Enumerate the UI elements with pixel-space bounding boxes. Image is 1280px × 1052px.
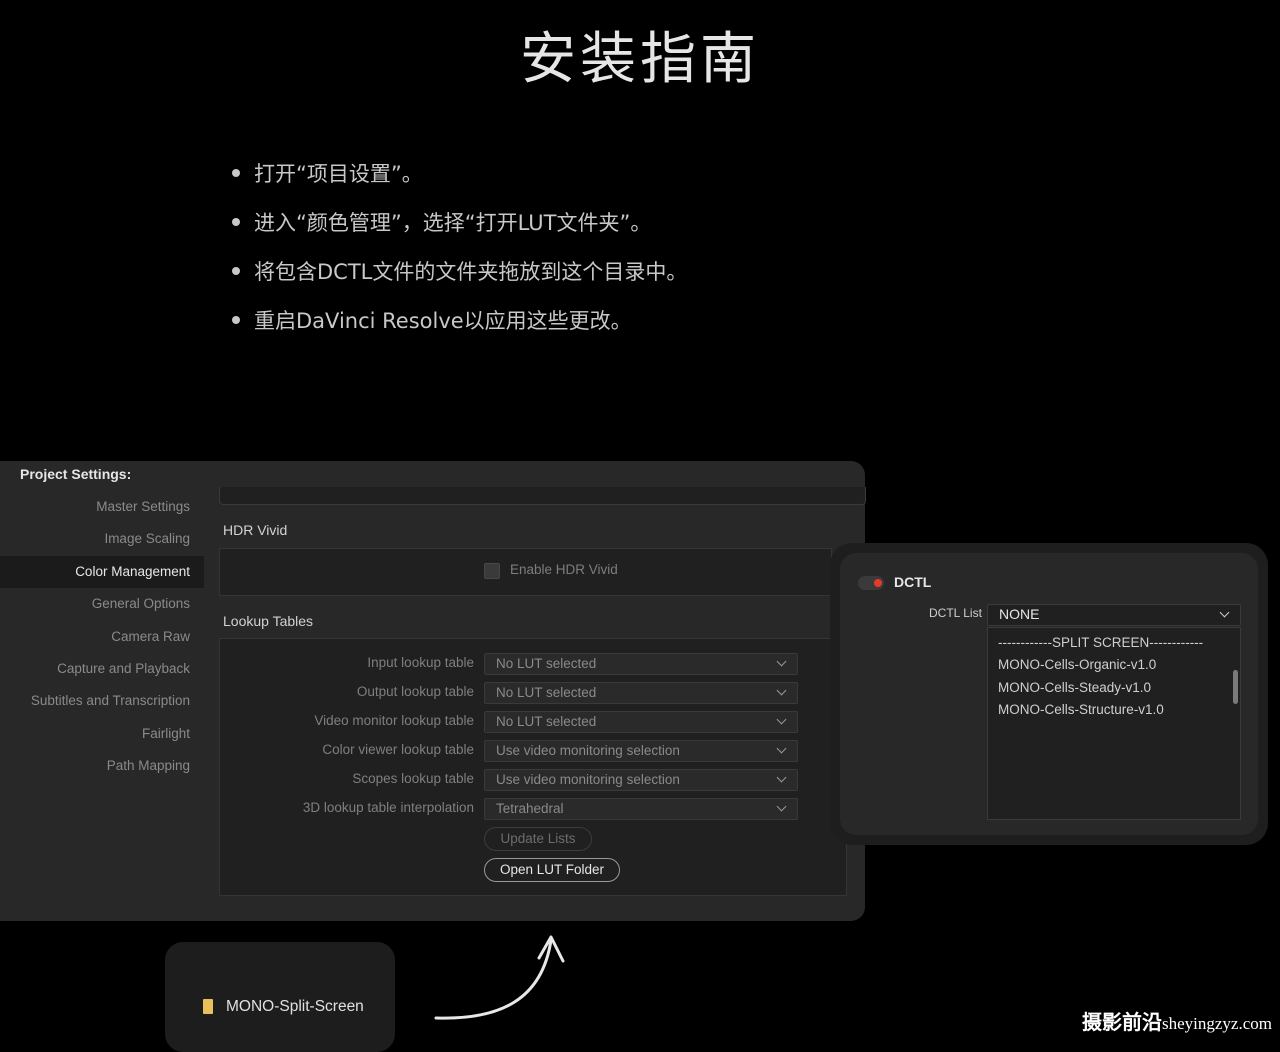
input-lut-select[interactable]: No LUT selected bbox=[484, 653, 798, 675]
dropdown-option[interactable]: MONO-Cells-Steady-v1.0 bbox=[998, 680, 1151, 695]
row-label: Color viewer lookup table bbox=[322, 742, 474, 757]
step-text: 将包含DCTL文件的文件夹拖放到这个目录中。 bbox=[254, 260, 688, 284]
row-label: Video monitor lookup table bbox=[314, 713, 474, 728]
select-value: No LUT selected bbox=[496, 656, 597, 671]
sidebar-item-color-management[interactable]: Color Management bbox=[0, 555, 204, 589]
select-value: No LUT selected bbox=[496, 685, 597, 700]
step-text: 重启DaVinci Resolve以应用这些更改。 bbox=[254, 309, 632, 333]
list-item: 进入“颜色管理”，选择“打开LUT文件夹”。 bbox=[232, 205, 687, 254]
watermark: 摄影前沿sheyingzyz.com bbox=[1082, 1006, 1272, 1035]
sidebar-item-path-mapping[interactable]: Path Mapping bbox=[0, 750, 204, 782]
video-monitor-lut-select[interactable]: No LUT selected bbox=[484, 711, 798, 733]
dropdown-scrollbar[interactable] bbox=[1233, 670, 1238, 704]
bullet-icon bbox=[232, 169, 240, 177]
folder-name: MONO-Split-Screen bbox=[226, 998, 364, 1015]
enable-hdr-checkbox[interactable] bbox=[484, 563, 500, 579]
dctl-title: DCTL bbox=[894, 574, 932, 590]
dctl-dropdown-list: ------------SPLIT SCREEN------------ MON… bbox=[987, 627, 1241, 820]
row-label: Input lookup table bbox=[367, 655, 474, 670]
watermark-site: sheyingzyz.com bbox=[1162, 1014, 1272, 1033]
dropdown-option[interactable]: MONO-Cells-Organic-v1.0 bbox=[998, 657, 1156, 672]
sidebar-item-camera-raw[interactable]: Camera Raw bbox=[0, 621, 204, 653]
chevron-down-icon bbox=[776, 685, 787, 696]
previous-section-strip bbox=[219, 487, 866, 505]
list-item: 打开“项目设置”。 bbox=[232, 156, 687, 205]
install-steps: 打开“项目设置”。 进入“颜色管理”，选择“打开LUT文件夹”。 将包含DCTL… bbox=[232, 156, 687, 352]
bullet-icon bbox=[232, 218, 240, 226]
bullet-icon bbox=[232, 267, 240, 275]
chevron-down-icon bbox=[776, 656, 787, 667]
interpolation-select[interactable]: Tetrahedral bbox=[484, 798, 798, 820]
chevron-down-icon bbox=[776, 772, 787, 783]
lookup-row: Video monitor lookup table No LUT select… bbox=[220, 711, 846, 733]
section-heading-hdr: HDR Vivid bbox=[223, 522, 288, 538]
checkbox-label: Enable HDR Vivid bbox=[510, 562, 618, 577]
select-value: No LUT selected bbox=[496, 714, 597, 729]
scopes-lut-select[interactable]: Use video monitoring selection bbox=[484, 769, 798, 791]
select-value: Tetrahedral bbox=[496, 801, 564, 816]
folder-card: MONO-Split-Screen bbox=[165, 942, 395, 1052]
row-label: Scopes lookup table bbox=[352, 771, 474, 786]
output-lut-select[interactable]: No LUT selected bbox=[484, 682, 798, 704]
row-label: 3D lookup table interpolation bbox=[302, 800, 474, 815]
color-viewer-lut-select[interactable]: Use video monitoring selection bbox=[484, 740, 798, 762]
lookup-row: Scopes lookup table Use video monitoring… bbox=[220, 769, 846, 791]
page-title: 安装指南 bbox=[520, 27, 760, 92]
sidebar-item-image-scaling[interactable]: Image Scaling bbox=[0, 523, 204, 555]
toggle-knob bbox=[874, 579, 882, 587]
lookup-row: Input lookup table No LUT selected bbox=[220, 653, 846, 675]
sidebar-item-general-options[interactable]: General Options bbox=[0, 588, 204, 620]
dctl-panel-frame: DCTL DCTL List NONE ------------SPLIT SC… bbox=[830, 543, 1268, 845]
section-heading-lookup: Lookup Tables bbox=[223, 613, 314, 629]
settings-sidebar: Master Settings Image Scaling Color Mana… bbox=[0, 491, 204, 783]
dctl-list-select[interactable]: NONE bbox=[987, 604, 1241, 626]
open-lut-folder-button[interactable]: Open LUT Folder bbox=[484, 858, 620, 882]
list-item: 将包含DCTL文件的文件夹拖放到这个目录中。 bbox=[232, 254, 687, 303]
sidebar-item-capture-playback[interactable]: Capture and Playback bbox=[0, 653, 204, 685]
folder-icon bbox=[203, 999, 213, 1014]
sidebar-item-subtitles[interactable]: Subtitles and Transcription bbox=[0, 685, 204, 717]
chevron-down-icon bbox=[776, 743, 787, 754]
bullet-icon bbox=[232, 316, 240, 324]
lookup-tables-box: Input lookup table No LUT selected Outpu… bbox=[219, 638, 847, 896]
dctl-panel: DCTL DCTL List NONE ------------SPLIT SC… bbox=[840, 553, 1258, 835]
curved-arrow-icon bbox=[434, 935, 565, 1020]
step-text: 打开“项目设置”。 bbox=[254, 162, 423, 186]
list-item: 重启DaVinci Resolve以应用这些更改。 bbox=[232, 303, 687, 352]
select-value: Use video monitoring selection bbox=[496, 772, 680, 787]
dctl-list-label: DCTL List bbox=[929, 606, 982, 620]
dropdown-option[interactable]: MONO-Cells-Structure-v1.0 bbox=[998, 702, 1164, 717]
dctl-toggle[interactable] bbox=[858, 576, 884, 590]
chevron-down-icon bbox=[776, 714, 787, 725]
select-value: Use video monitoring selection bbox=[496, 743, 680, 758]
select-value: NONE bbox=[999, 606, 1040, 622]
step-text: 进入“颜色管理”，选择“打开LUT文件夹”。 bbox=[254, 211, 652, 235]
lookup-row: 3D lookup table interpolation Tetrahedra… bbox=[220, 798, 846, 820]
sidebar-item-fairlight[interactable]: Fairlight bbox=[0, 718, 204, 750]
chevron-down-icon bbox=[776, 801, 787, 812]
chevron-down-icon bbox=[1219, 607, 1230, 618]
dropdown-option-separator: ------------SPLIT SCREEN------------ bbox=[998, 635, 1204, 650]
watermark-cn: 摄影前沿 bbox=[1082, 1012, 1162, 1034]
panel-title: Project Settings: bbox=[20, 466, 132, 482]
sidebar-item-master-settings[interactable]: Master Settings bbox=[0, 491, 204, 523]
update-lists-button[interactable]: Update Lists bbox=[484, 827, 592, 851]
lookup-row: Color viewer lookup table Use video moni… bbox=[220, 740, 846, 762]
row-label: Output lookup table bbox=[356, 684, 474, 699]
hdr-vivid-box: Enable HDR Vivid bbox=[219, 548, 832, 596]
lookup-row: Output lookup table No LUT selected bbox=[220, 682, 846, 704]
project-settings-panel: Project Settings: Master Settings Image … bbox=[0, 461, 866, 921]
